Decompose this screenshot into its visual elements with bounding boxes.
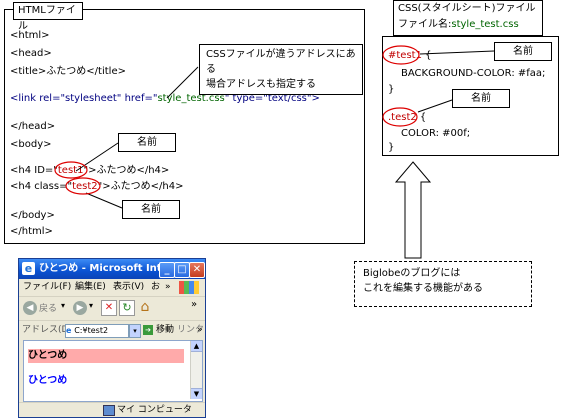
window-titlebar[interactable]: e ひとつめ - Microsoft Int... _ □ ✕: [19, 259, 205, 279]
ie-browser-window: e ひとつめ - Microsoft Int... _ □ ✕ ファイル(F) …: [18, 258, 206, 418]
rendered-h4-test2: ひとつめ: [28, 375, 68, 386]
address-value: C:¥test2: [74, 326, 109, 335]
name-leader-class: [85, 192, 123, 209]
rendered-h4-test1: ひとつめ: [28, 349, 184, 363]
status-zone-text: マイ コンピュータ: [117, 405, 192, 415]
links-more[interactable]: »: [197, 321, 203, 339]
back-label[interactable]: 戻る: [39, 301, 57, 314]
menu-bar: ファイル(F) 編集(E) 表示(V) お »: [19, 280, 205, 295]
page-icon: e: [66, 326, 75, 335]
css-name-leader-2: [417, 99, 453, 113]
refresh-icon[interactable]: ↻: [119, 300, 135, 316]
menu-more[interactable]: »: [165, 280, 171, 295]
go-label[interactable]: 移動: [156, 321, 174, 339]
close-button[interactable]: ✕: [189, 262, 205, 278]
up-arrow-icon: [394, 161, 432, 259]
maximize-button[interactable]: □: [174, 262, 190, 278]
menu-favorites[interactable]: お: [151, 280, 160, 295]
vertical-scrollbar[interactable]: ▲ ▼: [190, 341, 202, 399]
ie-logo-icon: e: [22, 262, 35, 275]
highlight-oval-test2: [65, 177, 101, 195]
css-oval-test2: [382, 107, 418, 127]
menu-file[interactable]: ファイル(F): [23, 280, 71, 295]
menu-edit[interactable]: 編集(E): [75, 280, 106, 295]
page-content-area: ひとつめ ひとつめ ▲ ▼: [23, 340, 203, 402]
css-oval-test1: [382, 45, 420, 65]
toolbar-more[interactable]: »: [191, 299, 197, 310]
css-name-leader-1: [419, 50, 495, 55]
scroll-down-icon[interactable]: ▼: [191, 388, 202, 399]
toolbar: ◀ 戻る ▾ ▶ ▾ ✕ ↻ ⌂ »: [19, 296, 205, 319]
address-dropdown-icon[interactable]: ▾: [129, 324, 141, 338]
scroll-up-icon[interactable]: ▲: [191, 341, 202, 352]
address-bar: アドレス(D) e C:¥test2 ▾ ➔ 移動 リンク »: [19, 320, 205, 339]
forward-dropdown-icon[interactable]: ▾: [89, 301, 93, 310]
callout-leader-line: [166, 66, 199, 99]
back-arrow-icon[interactable]: ◀: [23, 301, 37, 315]
windows-logo-icon: [179, 281, 199, 294]
forward-arrow-icon[interactable]: ▶: [73, 301, 87, 315]
window-title: ひとつめ - Microsoft Int...: [39, 263, 159, 274]
menu-view[interactable]: 表示(V): [113, 280, 144, 295]
address-input[interactable]: e C:¥test2: [65, 324, 129, 338]
minimize-button[interactable]: _: [159, 262, 175, 278]
back-dropdown-icon[interactable]: ▾: [61, 301, 65, 310]
stop-icon[interactable]: ✕: [101, 300, 117, 316]
highlight-oval-test1: [54, 161, 88, 179]
go-arrow-icon[interactable]: ➔: [143, 325, 153, 335]
status-bar: マイ コンピュータ: [19, 402, 205, 417]
home-icon[interactable]: ⌂: [137, 299, 153, 315]
name-leader-id: [75, 142, 119, 172]
my-computer-icon: [103, 405, 115, 416]
